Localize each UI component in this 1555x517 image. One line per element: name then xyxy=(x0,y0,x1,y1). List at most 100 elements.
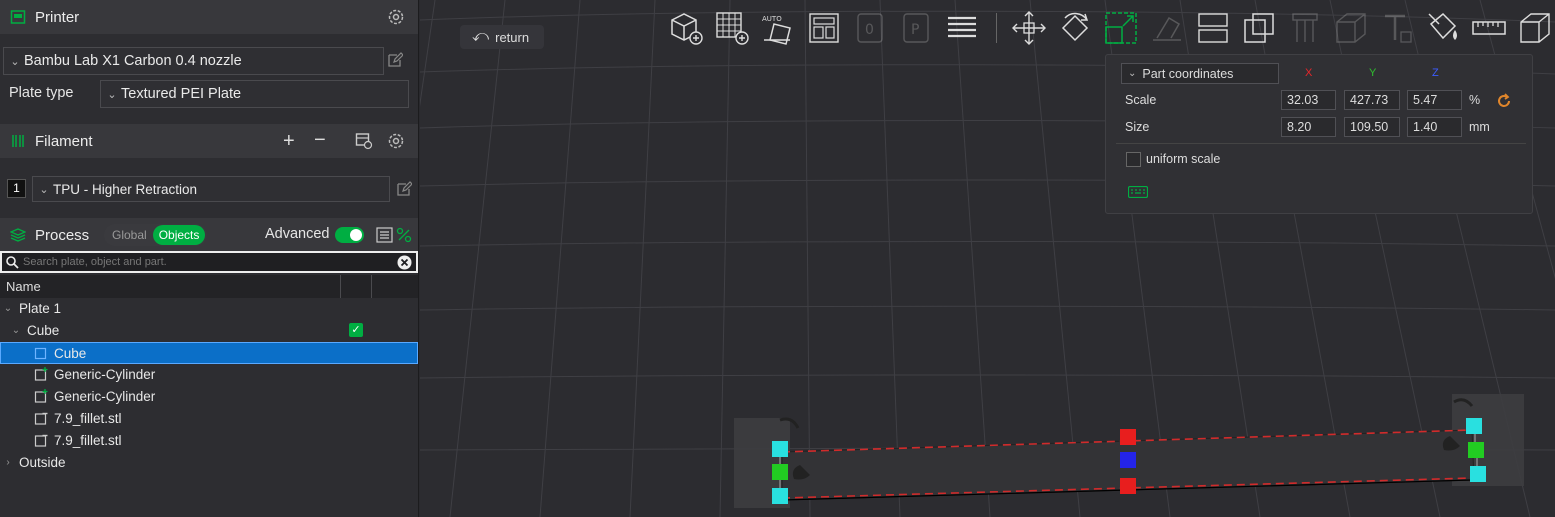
plate-slot-button-2[interactable]: P xyxy=(898,10,934,46)
list-view-icon[interactable] xyxy=(376,227,394,246)
reset-scale-icon[interactable] xyxy=(1496,93,1512,112)
arrange-icon xyxy=(809,13,839,43)
uniform-scale-checkbox[interactable] xyxy=(1126,152,1141,167)
coordinate-mode-select[interactable]: ⌄ Part coordinates xyxy=(1121,63,1279,84)
boolean-icon xyxy=(1244,13,1274,43)
support-paint-button[interactable] xyxy=(1287,10,1323,46)
boolean-tool-button[interactable] xyxy=(1241,10,1277,46)
tree-row-plate[interactable]: ⌄ Plate 1 xyxy=(0,297,418,319)
expand-down-icon[interactable]: ⌄ xyxy=(2,303,14,314)
axis-x-label: X xyxy=(1305,67,1313,79)
add-plate-button[interactable] xyxy=(714,10,750,46)
tree-row-part[interactable]: 7.9_fillet.stl xyxy=(0,429,418,451)
arrange-button[interactable] xyxy=(806,10,842,46)
filament-section-header: Filament + − xyxy=(0,124,418,158)
plate-slot-button-1[interactable]: 0 xyxy=(852,10,888,46)
tree-row-outside[interactable]: › Outside xyxy=(0,451,418,473)
tree-row-label: 7.9_fillet.stl xyxy=(54,432,122,448)
support-paint-icon xyxy=(1292,13,1318,42)
layers-lines-icon xyxy=(948,16,976,38)
cut-tool-button[interactable] xyxy=(1195,10,1231,46)
objects-tab[interactable]: Objects xyxy=(152,225,206,245)
tree-row-label: Generic-Cylinder xyxy=(54,366,156,382)
scale-gizmo-panel: ⌄ Part coordinates X Y Z Scale 32.03 427… xyxy=(1105,54,1533,214)
add-part-icon xyxy=(34,389,48,403)
tree-row-object[interactable]: ⌄ Cube ✓ xyxy=(0,319,418,341)
printer-section-header: Printer xyxy=(0,0,418,34)
measure-tool-button[interactable] xyxy=(1471,10,1507,46)
filament-sync-icon[interactable] xyxy=(355,132,373,153)
remove-filament-button[interactable]: − xyxy=(314,129,326,152)
rotate-icon xyxy=(1061,12,1089,42)
column-separator xyxy=(371,275,372,298)
text-tool-button[interactable] xyxy=(1379,10,1415,46)
tree-row-label: Cube xyxy=(27,322,60,338)
advanced-toggle[interactable] xyxy=(335,227,364,243)
auto-orient-button[interactable]: AUTO xyxy=(760,10,796,46)
cube-add-icon xyxy=(671,13,703,45)
global-tab[interactable]: Global xyxy=(106,225,153,245)
layers-button[interactable] xyxy=(944,10,980,46)
filament-select-value: TPU - Higher Retraction xyxy=(53,181,198,197)
move-tool-button[interactable] xyxy=(1011,10,1047,46)
return-button[interactable]: ⤺ return xyxy=(460,25,544,49)
printer-select[interactable]: ⌄ Bambu Lab X1 Carbon 0.4 nozzle xyxy=(3,47,384,75)
printer-settings-gear-icon[interactable] xyxy=(387,8,405,26)
return-button-label: return xyxy=(495,29,530,45)
size-y-input[interactable]: 109.50 xyxy=(1344,117,1400,137)
selected-model[interactable] xyxy=(734,394,1524,508)
svg-text:0: 0 xyxy=(865,22,874,38)
scale-tool-button[interactable] xyxy=(1103,10,1139,46)
tree-row-label: Cube xyxy=(54,345,87,361)
add-object-button[interactable] xyxy=(668,10,704,46)
expand-down-icon[interactable]: ⌄ xyxy=(10,325,22,336)
color-paint-button[interactable] xyxy=(1425,10,1461,46)
scale-label: Scale xyxy=(1125,93,1157,107)
chevron-down-icon: ⌄ xyxy=(39,183,49,196)
tree-row-part-selected[interactable]: Cube xyxy=(0,342,418,364)
axis-y-label: Y xyxy=(1369,67,1377,79)
column-name-header: Name xyxy=(6,279,41,294)
search-icon xyxy=(6,255,19,269)
printer-icon xyxy=(9,8,27,26)
filament-index-badge: 1 xyxy=(7,179,26,198)
plate-type-select[interactable]: ⌄ Textured PEI Plate xyxy=(100,80,409,108)
compare-icon[interactable] xyxy=(396,227,412,246)
tree-row-label: Plate 1 xyxy=(19,300,62,316)
panel-divider xyxy=(1116,143,1526,144)
edit-printer-icon[interactable] xyxy=(387,52,405,70)
coordinate-mode-value: Part coordinates xyxy=(1142,66,1234,81)
assembly-view-button[interactable] xyxy=(1517,10,1553,46)
printer-select-value: Bambu Lab X1 Carbon 0.4 nozzle xyxy=(24,53,242,69)
lay-on-face-button[interactable] xyxy=(1149,10,1185,46)
tree-row-part[interactable]: Generic-Cylinder xyxy=(0,385,418,407)
lay-on-face-icon xyxy=(1153,16,1181,41)
tree-row-part[interactable]: Generic-Cylinder xyxy=(0,363,418,385)
tree-row-part[interactable]: 7.9_fillet.stl xyxy=(0,407,418,429)
paint-bucket-icon xyxy=(1428,12,1457,40)
main-toolbar: AUTO 0 P xyxy=(668,8,1555,48)
process-layers-icon xyxy=(9,226,27,244)
scale-x-input[interactable]: 32.03 xyxy=(1281,90,1336,110)
size-x-input[interactable]: 8.20 xyxy=(1281,117,1336,137)
object-search-input[interactable] xyxy=(23,256,397,268)
seam-paint-button[interactable] xyxy=(1333,10,1369,46)
edit-filament-icon[interactable] xyxy=(396,181,414,199)
add-filament-button[interactable]: + xyxy=(283,130,295,153)
ruler-icon xyxy=(1472,21,1506,35)
expand-right-icon[interactable]: › xyxy=(2,457,14,468)
axis-z-label: Z xyxy=(1432,67,1439,79)
rotate-tool-button[interactable] xyxy=(1057,10,1093,46)
object-visible-checkbox[interactable]: ✓ xyxy=(349,323,363,337)
size-z-input[interactable]: 1.40 xyxy=(1407,117,1462,137)
filament-settings-gear-icon[interactable] xyxy=(387,132,405,150)
scale-icon xyxy=(1105,12,1137,44)
scale-z-input[interactable]: 5.47 xyxy=(1407,90,1462,110)
scale-y-input[interactable]: 427.73 xyxy=(1344,90,1400,110)
cut-icon xyxy=(1198,13,1228,43)
filament-select[interactable]: ⌄ TPU - Higher Retraction xyxy=(32,176,390,202)
keyboard-icon[interactable] xyxy=(1127,185,1149,201)
seam-cube-icon xyxy=(1336,13,1366,43)
clear-search-icon[interactable] xyxy=(397,255,412,270)
plate-type-value: Textured PEI Plate xyxy=(121,86,242,102)
